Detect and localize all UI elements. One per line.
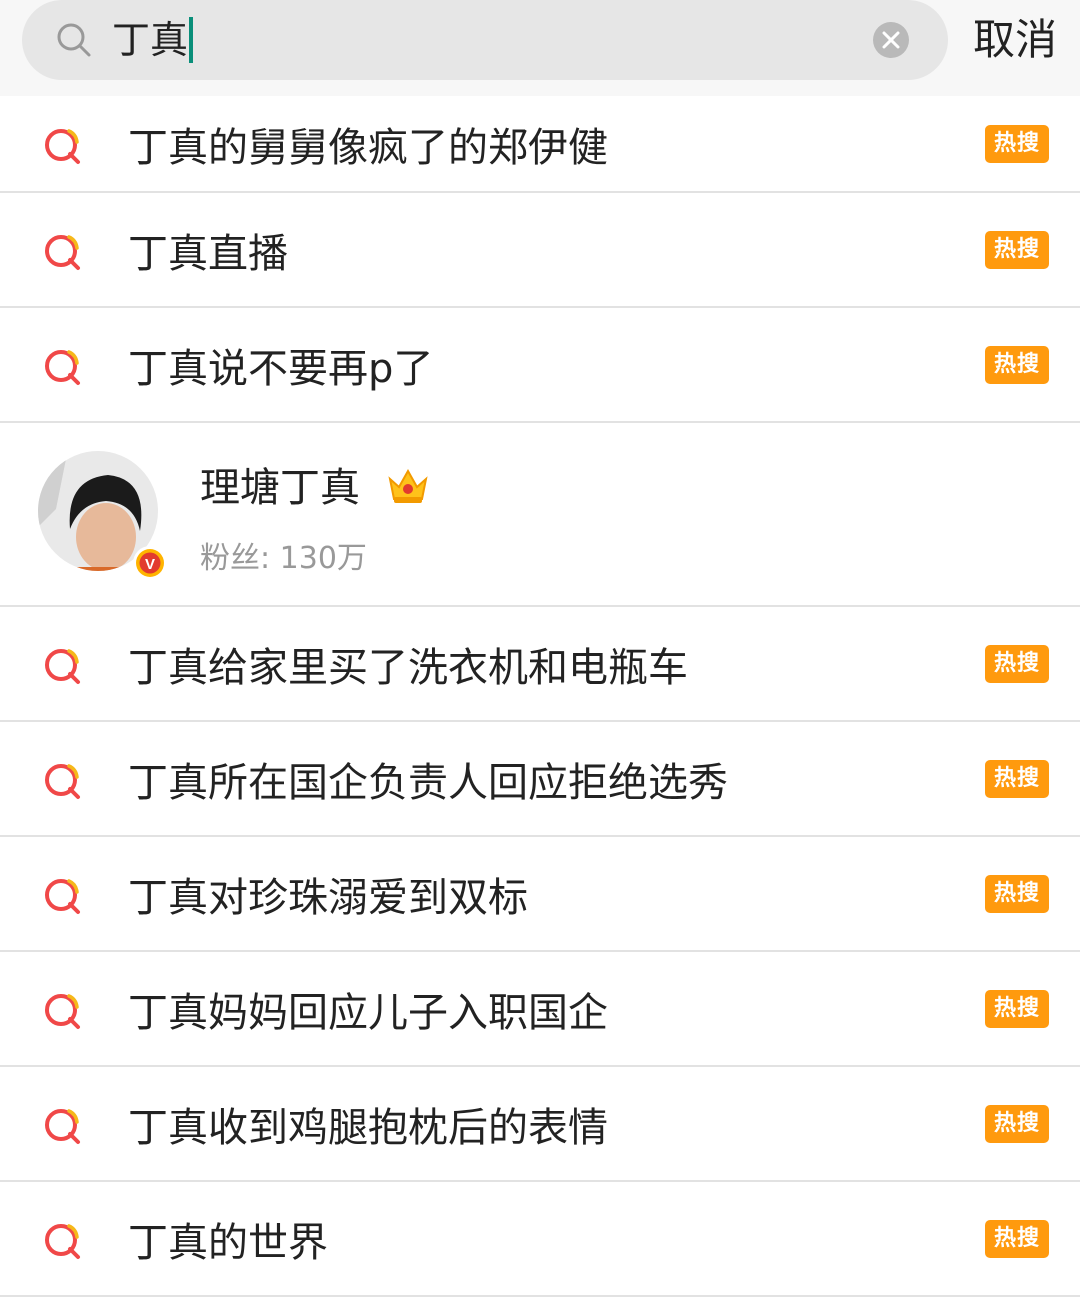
- suggestion-item[interactable]: 丁真妈妈回应儿子入职国企 热搜: [0, 952, 1080, 1067]
- suggestion-item[interactable]: 丁真直播 热搜: [0, 193, 1080, 308]
- hot-search-icon: [45, 1223, 80, 1259]
- hot-search-icon: [45, 1108, 80, 1144]
- hot-badge: 热搜: [985, 644, 1049, 683]
- suggestion-text: 丁真收到鸡腿抱枕后的表情: [128, 1104, 608, 1151]
- user-name: 理塘丁真: [200, 465, 360, 511]
- suggestion-text: 丁真所在国企负责人回应拒绝选秀: [128, 759, 728, 806]
- fans-count: 粉丝: 130万: [200, 541, 367, 576]
- hot-search-icon: [45, 993, 80, 1029]
- suggestion-text: 丁真的世界: [128, 1219, 328, 1266]
- suggestion-text: 丁真对珍珠溺爱到双标: [128, 874, 528, 921]
- search-icon: [57, 23, 91, 57]
- hot-search-icon: [45, 763, 80, 799]
- suggestion-text: 丁真妈妈回应儿子入职国企: [128, 989, 608, 1036]
- hot-badge: 热搜: [985, 345, 1049, 384]
- hot-search-icon: [45, 234, 80, 270]
- hot-badge: 热搜: [985, 1104, 1049, 1143]
- search-query: 丁真: [112, 18, 189, 62]
- suggestion-item[interactable]: 丁真所在国企负责人回应拒绝选秀 热搜: [0, 722, 1080, 837]
- search-query-wrap: 丁真: [112, 10, 194, 70]
- suggestion-text: 丁真直播: [128, 230, 288, 277]
- hot-badge: 热搜: [985, 1219, 1049, 1258]
- suggestion-list: 丁真的舅舅像疯了的郑伊健 热搜 丁真直播 热搜 丁真说不要再p了 热搜 V 理塘…: [0, 96, 1080, 1297]
- suggestion-item[interactable]: 丁真收到鸡腿抱枕后的表情 热搜: [0, 1067, 1080, 1182]
- suggestion-item[interactable]: 丁真给家里买了洗衣机和电瓶车 热搜: [0, 607, 1080, 722]
- hot-search-icon: [45, 648, 80, 684]
- verified-badge-text: V: [145, 556, 155, 573]
- hot-badge: 热搜: [985, 230, 1049, 269]
- suggestion-item[interactable]: 丁真的舅舅像疯了的郑伊健 热搜: [0, 96, 1080, 193]
- hot-search-icon: [45, 349, 80, 385]
- clear-icon[interactable]: [872, 21, 910, 59]
- hot-badge: 热搜: [985, 874, 1049, 913]
- hot-badge: 热搜: [985, 989, 1049, 1028]
- search-header: 丁真 取消: [0, 0, 1080, 96]
- cancel-button[interactable]: 取消: [968, 0, 1062, 80]
- suggestion-text: 丁真说不要再p了: [128, 345, 434, 392]
- suggestion-item[interactable]: 丁真的世界 热搜: [0, 1182, 1080, 1297]
- suggestion-item[interactable]: 丁真说不要再p了 热搜: [0, 308, 1080, 423]
- search-input[interactable]: 丁真: [22, 0, 948, 80]
- avatar: V: [38, 451, 167, 580]
- hot-badge: 热搜: [985, 124, 1049, 163]
- hot-search-icon: [45, 128, 80, 164]
- user-result[interactable]: V 理塘丁真 粉丝: 130万: [0, 423, 1080, 607]
- crown-icon: [388, 468, 428, 503]
- suggestion-text: 丁真的舅舅像疯了的郑伊健: [128, 124, 608, 171]
- suggestion-item[interactable]: 丁真对珍珠溺爱到双标 热搜: [0, 837, 1080, 952]
- hot-search-icon: [45, 878, 80, 914]
- text-caret: [189, 17, 194, 63]
- suggestion-text: 丁真给家里买了洗衣机和电瓶车: [128, 644, 688, 691]
- hot-badge: 热搜: [985, 759, 1049, 798]
